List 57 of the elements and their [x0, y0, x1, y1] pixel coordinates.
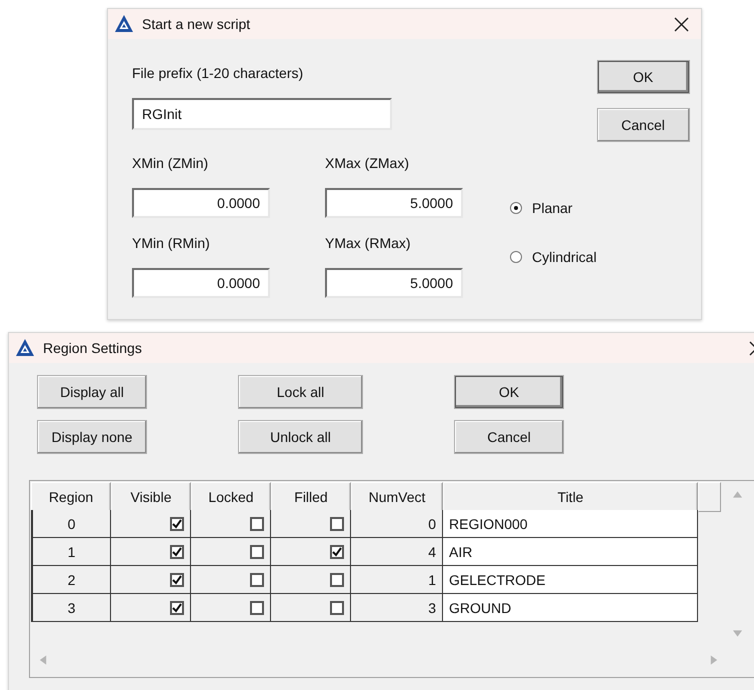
column-header[interactable]: Filled [271, 482, 351, 512]
table-cell: 0 [351, 510, 443, 538]
column-header[interactable]: NumVect [351, 482, 443, 512]
close-icon [674, 16, 688, 32]
dialog-button[interactable]: OK [454, 375, 564, 409]
dialog-button[interactable]: Display all [37, 375, 147, 409]
table-cell: 3 [351, 594, 443, 622]
ok-button[interactable]: OK [596, 60, 690, 94]
column-header[interactable]: Title [443, 482, 698, 512]
checkbox[interactable] [330, 600, 344, 614]
radio-label: Cylindrical [532, 249, 597, 265]
checkbox[interactable] [330, 516, 344, 530]
title-cell[interactable]: AIR [443, 538, 698, 566]
field-label: YMax (RMax) [325, 235, 412, 251]
window-title: Region Settings [43, 340, 142, 356]
radio-button[interactable] [510, 251, 522, 263]
field-label: YMin (RMin) [132, 235, 211, 251]
column-header[interactable]: Visible [111, 482, 191, 512]
table-cell: 1 [351, 566, 443, 594]
checkbox[interactable] [330, 544, 344, 558]
checkbox[interactable] [170, 516, 184, 530]
title-cell[interactable]: REGION000 [443, 510, 698, 538]
checkbox[interactable] [330, 572, 344, 586]
checkbox[interactable] [170, 572, 184, 586]
prefix-field[interactable]: RGInit [132, 98, 392, 130]
title-cell[interactable]: GELECTRODE [443, 566, 698, 594]
logo-icon [114, 14, 134, 34]
column-header[interactable]: Region [31, 482, 111, 512]
checkbox[interactable] [250, 516, 264, 530]
radio-button[interactable] [510, 202, 522, 214]
field-label: XMax (ZMax) [325, 155, 410, 171]
checkbox[interactable] [170, 600, 184, 614]
table-cell: 3 [31, 594, 111, 622]
number-field[interactable]: 0.0000 [132, 188, 270, 218]
table-cell: 2 [31, 566, 111, 594]
number-field[interactable]: 0.0000 [132, 268, 270, 298]
column-header[interactable]: Locked [191, 482, 271, 512]
field-label: File prefix (1-20 characters) [132, 65, 304, 81]
checkbox[interactable] [250, 572, 264, 586]
dialog-button[interactable]: Display none [37, 420, 147, 454]
number-field[interactable]: 5.0000 [325, 268, 463, 298]
radio-label: Planar [532, 200, 572, 216]
logo-icon [15, 338, 35, 358]
dialog-button[interactable]: Cancel [454, 420, 564, 454]
field-label: XMin (ZMin) [132, 155, 210, 171]
number-field[interactable]: 5.0000 [325, 188, 463, 218]
checkbox[interactable] [170, 544, 184, 558]
checkbox[interactable] [250, 544, 264, 558]
table-cell: 1 [31, 538, 111, 566]
dialog-button[interactable]: Unlock all [238, 420, 363, 454]
cancel-button[interactable]: Cancel [596, 108, 690, 142]
dialog-button[interactable]: Lock all [238, 375, 363, 409]
table-cell: 0 [31, 510, 111, 538]
title-cell[interactable]: GROUND [443, 594, 698, 622]
checkbox[interactable] [250, 600, 264, 614]
window-title: Start a new script [142, 16, 250, 32]
table-cell: 4 [351, 538, 443, 566]
